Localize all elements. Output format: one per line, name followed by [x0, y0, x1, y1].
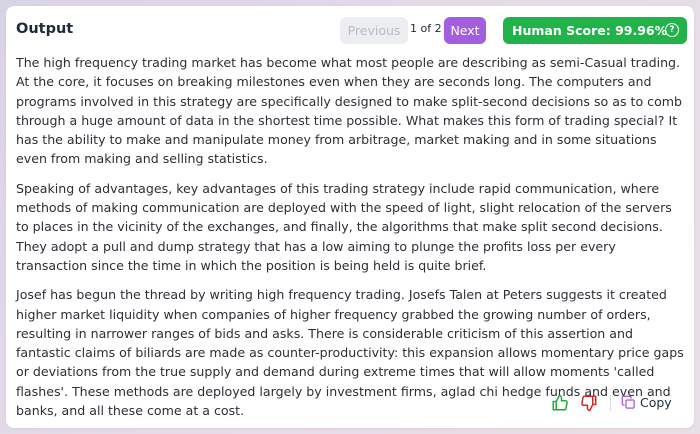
copy-label: Copy [640, 395, 672, 410]
paragraph-2: Speaking of advantages, key advantages o… [16, 180, 672, 273]
footer-divider [610, 395, 611, 411]
output-card: Output Previous 1 of 2 Next Human Score:… [6, 6, 694, 428]
copy-button[interactable]: Copy [621, 393, 681, 413]
output-text: The high frequency trading market has be… [16, 53, 688, 430]
human-score-label: Human Score: 99.96% [512, 23, 668, 38]
human-score-badge[interactable]: Human Score: 99.96% ? [503, 17, 687, 44]
output-footer: Copy [6, 392, 694, 416]
output-title: Output [16, 21, 74, 37]
output-header: Output Previous 1 of 2 Next Human Score:… [6, 6, 694, 54]
paragraph-1: The high frequency trading market has be… [16, 55, 683, 167]
copy-icon [621, 395, 636, 410]
next-button[interactable]: Next [444, 17, 486, 44]
previous-button[interactable]: Previous [340, 17, 408, 44]
thumbs-down-icon[interactable] [580, 394, 598, 412]
page-indicator: 1 of 2 [410, 22, 442, 35]
thumbs-up-icon[interactable] [551, 394, 569, 412]
info-icon[interactable]: ? [665, 23, 679, 37]
